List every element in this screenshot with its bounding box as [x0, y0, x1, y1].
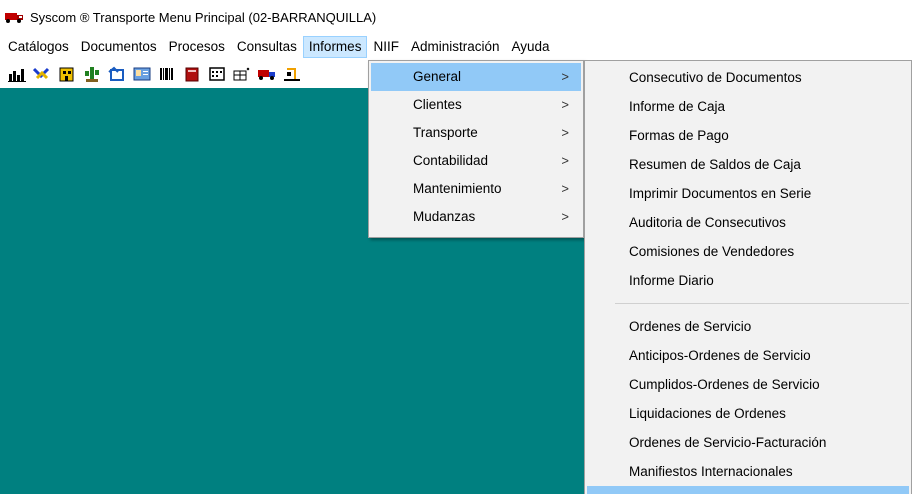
menu-procesos[interactable]: Procesos	[163, 36, 231, 58]
menu-item-label: Mantenimiento	[413, 181, 502, 196]
cactus-icon[interactable]	[81, 63, 103, 85]
chevron-right-icon: >	[561, 209, 569, 224]
chart-icon[interactable]	[6, 63, 28, 85]
menu-item-label: Clientes	[413, 97, 462, 112]
calendar-icon[interactable]	[206, 63, 228, 85]
menu-item-clientes[interactable]: Clientes >	[371, 91, 581, 119]
chevron-right-icon: >	[561, 125, 569, 140]
general-submenu: Consecutivo de Documentos Informe de Caj…	[584, 60, 912, 494]
menu-item-contabilidad[interactable]: Contabilidad >	[371, 147, 581, 175]
chevron-right-icon: >	[561, 153, 569, 168]
truck-icon	[4, 10, 26, 24]
menu-catalogos[interactable]: Catálogos	[2, 36, 75, 58]
building-icon[interactable]	[56, 63, 78, 85]
handshake-icon[interactable]	[31, 63, 53, 85]
menu-item-label: Contabilidad	[413, 153, 489, 168]
menu-item-informe-diario[interactable]: Informe Diario	[587, 266, 909, 295]
menu-separator	[615, 303, 909, 304]
menu-item-auditoria-consecutivos[interactable]: Auditoria de Consecutivos	[587, 208, 909, 237]
id-card-icon[interactable]	[131, 63, 153, 85]
book-icon[interactable]	[181, 63, 203, 85]
menu-item-general[interactable]: General >	[371, 63, 581, 91]
menu-item-ordenes-facturacion[interactable]: Ordenes de Servicio-Facturación	[587, 428, 909, 457]
menu-documentos[interactable]: Documentos	[75, 36, 163, 58]
menu-item-mudanzas[interactable]: Mudanzas >	[371, 203, 581, 231]
chevron-right-icon: >	[561, 97, 569, 112]
menu-item-informe-caja[interactable]: Informe de Caja	[587, 92, 909, 121]
chevron-right-icon: >	[561, 69, 569, 84]
menu-item-ordenes-servicio[interactable]: Ordenes de Servicio	[587, 312, 909, 341]
menu-item-consecutivo-documentos[interactable]: Consecutivo de Documentos	[587, 63, 909, 92]
menu-item-manifiestos-internacionales[interactable]: Manifiestos Internacionales	[587, 457, 909, 486]
informes-menu: General > Clientes > Transporte > Contab…	[368, 60, 584, 238]
menu-informes[interactable]: Informes	[302, 36, 368, 58]
menu-ayuda[interactable]: Ayuda	[506, 36, 556, 58]
chevron-right-icon: >	[561, 181, 569, 196]
table-icon[interactable]	[231, 63, 253, 85]
menu-niif[interactable]: NIIF	[367, 36, 405, 58]
menu-item-cumplidos-ordenes[interactable]: Cumplidos-Ordenes de Servicio	[587, 370, 909, 399]
menu-item-transporte[interactable]: Transporte >	[371, 119, 581, 147]
barcode-icon[interactable]	[156, 63, 178, 85]
menu-item-label: General	[413, 69, 462, 84]
menu-item-imprimir-documentos-serie[interactable]: Imprimir Documentos en Serie	[587, 179, 909, 208]
menu-administracion[interactable]: Administración	[405, 36, 506, 58]
menu-item-mantenimiento[interactable]: Mantenimiento >	[371, 175, 581, 203]
window-title: Syscom ® Transporte Menu Principal (02-B…	[30, 9, 377, 25]
menu-item-liquidaciones-ordenes[interactable]: Liquidaciones de Ordenes	[587, 399, 909, 428]
menu-item-anticipos-ordenes[interactable]: Anticipos-Ordenes de Servicio	[587, 341, 909, 370]
menu-bar: Catálogos Documentos Procesos Consultas …	[0, 34, 912, 60]
title-bar: Syscom ® Transporte Menu Principal (02-B…	[0, 0, 912, 34]
menu-item-informe-general-ingresos[interactable]: Informe General de Ingresos	[587, 486, 909, 494]
truck-icon[interactable]	[256, 63, 278, 85]
menu-item-label: Transporte	[413, 125, 478, 140]
menu-item-comisiones-vendedores[interactable]: Comisiones de Vendedores	[587, 237, 909, 266]
menu-item-resumen-saldos-caja[interactable]: Resumen de Saldos de Caja	[587, 150, 909, 179]
crane-icon[interactable]	[281, 63, 303, 85]
menu-consultas[interactable]: Consultas	[231, 36, 303, 58]
menu-item-label: Mudanzas	[413, 209, 476, 224]
menu-item-formas-pago[interactable]: Formas de Pago	[587, 121, 909, 150]
document-icon[interactable]	[106, 63, 128, 85]
